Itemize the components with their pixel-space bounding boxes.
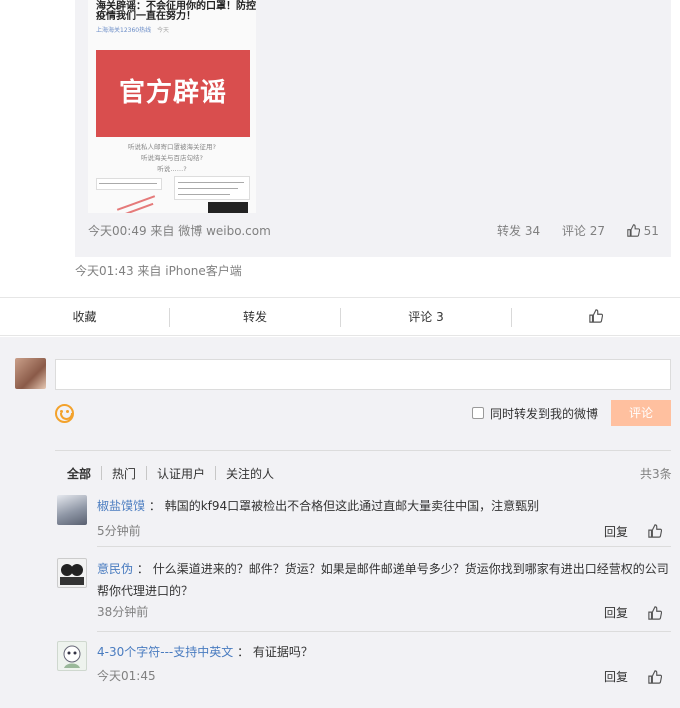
commenter-name[interactable]: 椒盐馍馍 [97,499,145,513]
repost-like-link[interactable]: 51 [627,224,677,238]
repost-to-weibo-label[interactable]: 同时转发到我的微博 [490,405,598,422]
comment-item: 椒盐馍馍 ： 韩国的kf94口罩被检出不合格但这此通过直邮大量卖往中国，注意甄别… [57,495,671,547]
official-rumor-banner: 官方辟谣 [96,50,250,137]
comment-button[interactable]: 评论 3 [341,298,511,336]
thumb-headline-2: 疫情我们一直在努力！ [96,11,196,22]
thumb-meta: 上海海关12360热线 今天 [96,25,169,34]
thumbs-up-icon[interactable] [648,670,662,684]
thumb-question-1: 听说私人邮寄口罩被海关征用? [128,143,216,151]
repost-time[interactable]: 今天00:49 [88,224,147,238]
comment-item: 4-30个字符---支持中英文 ： 有证据吗？ 今天01:45 回复 [57,641,671,691]
thumb-meta-time: 今天 [157,27,170,34]
commenter-avatar[interactable] [57,558,87,588]
comment-body: 意民伪 ： 什么渠道进来的？邮件？货运？如果是邮件邮递单号多少？货运你找到哪家有… [97,558,671,602]
emoji-icon[interactable] [55,404,74,423]
thumb-meta-source: 上海海关12360热线 [96,27,152,34]
reply-button[interactable]: 回复 [604,668,628,685]
comment-text: 什么渠道进来的？邮件？货运？如果是邮件邮递单号多少？货运你找到哪家有进出口经营权… [97,562,669,598]
commenter-avatar[interactable] [57,641,87,671]
thumbs-up-icon[interactable] [648,524,662,538]
comment-body: 4-30个字符---支持中英文 ： 有证据吗？ [97,641,671,663]
collect-button[interactable]: 收藏 [0,298,169,336]
filter-tab-all[interactable]: 全部 [67,465,91,482]
post-time[interactable]: 今天01:43 [75,264,134,278]
comment-separator: ： [148,499,161,513]
comment-text: 有证据吗？ [252,645,313,659]
reply-button[interactable]: 回复 [604,604,628,621]
thumbs-up-icon [627,224,640,237]
comment-body: 椒盐馍馍 ： 韩国的kf94口罩被检出不合格但这此通过直邮大量卖往中国，注意甄别 [97,495,671,517]
comment-time: 5分钟前 [97,524,141,538]
repost-source[interactable]: 微博 weibo.com [178,224,271,238]
post-from: 来自 iPhone客户端 [137,264,242,278]
commenter-name[interactable]: 意民伪 [97,562,133,576]
divider [55,450,671,451]
post-meta: 今天01:43 来自 iPhone客户端 [75,262,242,279]
my-avatar[interactable] [15,358,46,389]
repost-image[interactable]: 海关辟谣：不会征用你的口罩！防控 疫情我们一直在努力！ 上海海关12360热线 … [88,0,256,213]
submit-comment-button[interactable]: 评论 [611,400,671,426]
comment-input[interactable] [55,359,671,390]
repost-to-weibo-checkbox[interactable] [472,407,484,419]
repost-forward-link[interactable]: 转发 34 [497,224,540,238]
repost-from: 来自 [150,224,175,238]
comment-total-count: 共3条 [640,467,672,481]
filter-tab-hot[interactable]: 热门 [112,465,136,482]
divider [97,631,671,632]
repost-actions: 转发 34 评论 27 51 [497,222,677,239]
filter-tab-verified[interactable]: 认证用户 [157,465,205,482]
comment-time: 38分钟前 [97,605,149,619]
commenter-name[interactable]: 4-30个字符---支持中英文 [97,645,233,659]
repost-comment-link[interactable]: 评论 27 [562,224,605,238]
thumb-question-2: 听说海关与百店勾结? [141,154,203,162]
comment-text: 韩国的kf94口罩被检出不合格但这此通过直邮大量卖往中国，注意甄别 [164,499,540,513]
avatar-figures-icon [60,564,84,585]
thumb-chat-screenshot [96,176,250,213]
divider [97,546,671,547]
thumb-question-3: 听说……? [157,165,187,173]
repost-like-count: 51 [643,224,659,238]
thumbs-up-icon [589,309,603,323]
repost-meta: 今天00:49 来自 微博 weibo.com [88,222,271,239]
avatar-character-icon [63,645,81,668]
comment-time: 今天01:45 [97,669,156,683]
comment-separator: ： [136,562,149,576]
comment-item: 意民伪 ： 什么渠道进来的？邮件？货运？如果是邮件邮递单号多少？货运你找到哪家有… [57,558,671,632]
commenter-avatar[interactable] [57,495,87,525]
post-action-bar: 收藏 转发 评论 3 [0,297,680,336]
thumbs-up-icon[interactable] [648,606,662,620]
comment-separator: ： [237,645,250,659]
reply-button[interactable]: 回复 [604,523,628,540]
like-button[interactable] [512,298,680,336]
forward-button[interactable]: 转发 [170,298,340,336]
filter-tab-following[interactable]: 关注的人 [226,465,274,482]
